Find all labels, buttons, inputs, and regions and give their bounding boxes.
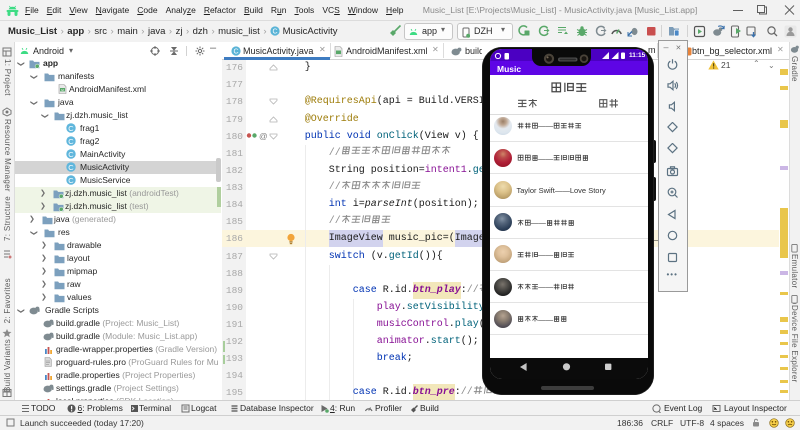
svg-text:C: C [68,150,74,159]
svg-text:C: C [68,124,74,133]
svg-text:C: C [68,137,74,146]
svg-text:C: C [68,163,74,172]
svg-text:C: C [272,28,277,35]
svg-text:C: C [233,49,238,56]
svg-text:C: C [68,176,74,185]
